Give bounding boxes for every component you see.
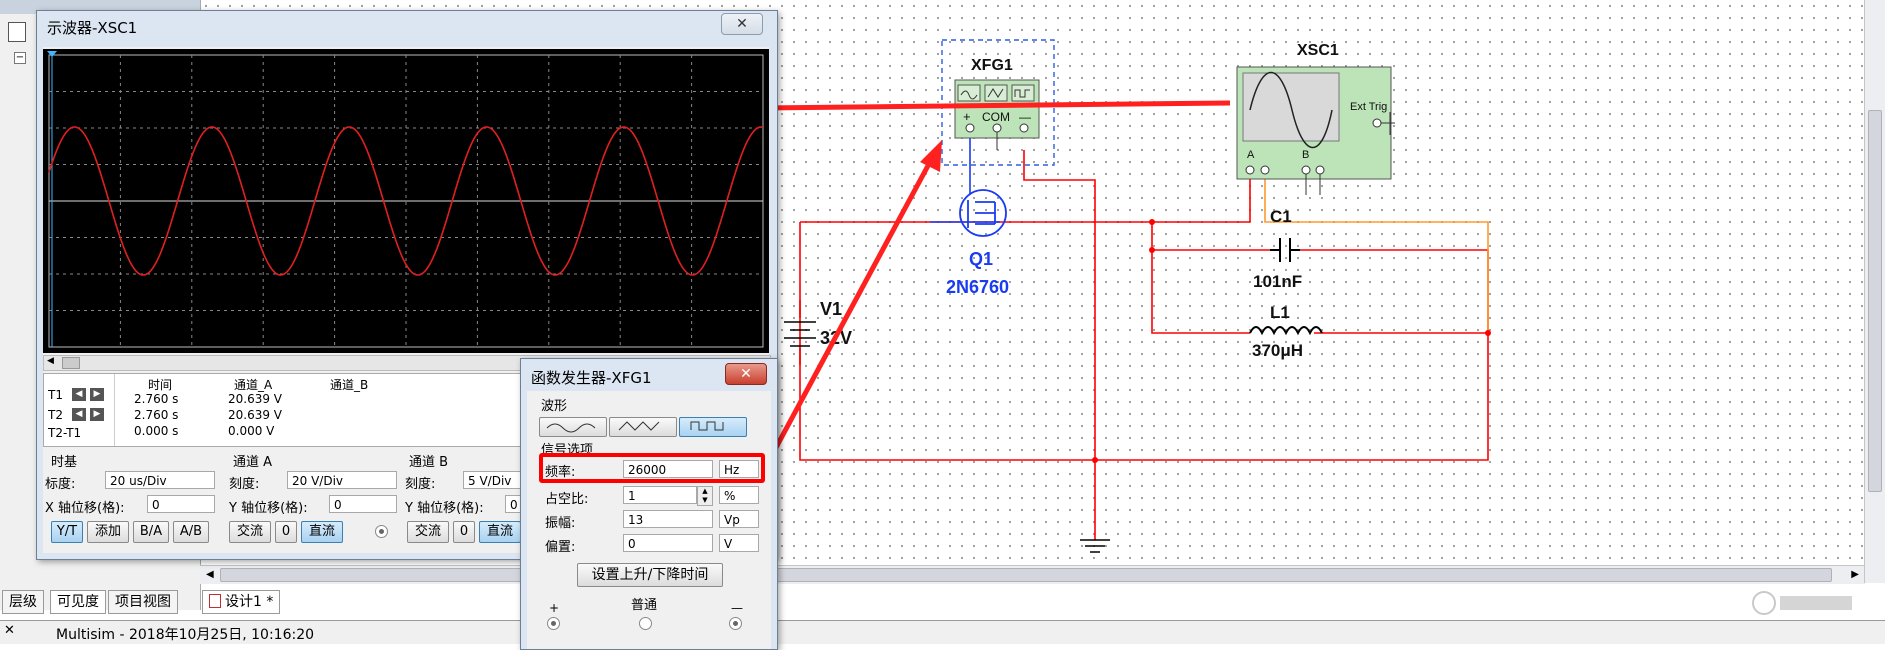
design-icon [209,594,221,608]
square-wave-button[interactable] [679,417,747,437]
scroll-right-icon[interactable]: ▶ [1851,569,1859,580]
terminal-common-label: 普通 [631,598,658,613]
ba-button[interactable]: B/A [133,521,169,543]
tab-visibility[interactable]: 可见度 [50,590,106,614]
watermark-logo [1750,588,1860,618]
scroll-left-icon[interactable]: ◀ [47,356,54,366]
frequency-highlight-box [539,453,765,483]
t1-left-arrow-icon[interactable]: ◀ [72,388,86,401]
status-text: Multisim - 2018年10月25日, 10:16:20 [56,627,315,643]
ab-button[interactable]: A/B [173,521,209,543]
amplitude-unit[interactable]: Vp [719,510,759,528]
header-time: 时间 [148,378,173,392]
channel-b-title: 通道 B [409,455,449,470]
table-divider [114,374,115,446]
waveform-label: 波形 [541,399,568,414]
triangle-wave-button[interactable] [609,417,677,437]
channel-b-dc-button[interactable]: 直流 [479,521,521,543]
close-button[interactable]: ✕ [721,13,763,35]
duty-cycle-field[interactable]: 1 [623,486,697,504]
header-channel-b: 通道_B [330,378,369,392]
terminal-minus-label: — [731,601,743,615]
scroll-thumb[interactable] [1868,110,1882,492]
sine-wave-button[interactable] [539,417,607,437]
add-button[interactable]: 添加 [87,521,129,543]
header-channel-a: 通道_A [234,378,273,392]
t2-left-arrow-icon[interactable]: ◀ [72,408,86,421]
function-generator-window: 函数发生器-XFG1 ✕ 波形 信号选项 频率: 26000 Hz 占空比: 1… [520,358,778,650]
function-generator-body: 波形 信号选项 频率: 26000 Hz 占空比: 1 ▲ ▼ % 振幅: 13 … [527,391,771,649]
timebase-xpos-label: X 轴位移(格): [45,501,125,516]
channel-b-ac-button[interactable]: 交流 [407,521,449,543]
duty-cycle-unit[interactable]: % [719,486,759,504]
close-button[interactable]: ✕ [725,363,767,385]
oscilloscope-titlebar[interactable]: 示波器-XSC1 ✕ [37,11,777,39]
tab-project-view[interactable]: 项目视图 [108,590,178,614]
terminal-plus-label: + [549,601,560,615]
square-wave-icon [690,421,724,431]
function-generator-titlebar[interactable]: 函数发生器-XFG1 ✕ [521,359,777,387]
channel-b-ypos-label: Y 轴位移(格): [405,501,484,516]
channel-a-dc-button[interactable]: 直流 [301,521,343,543]
amplitude-label: 振幅: [545,516,576,531]
close-icon[interactable]: ✕ [4,623,15,638]
vertical-scrollbar[interactable] [1864,0,1885,583]
duty-cycle-spinner-icon[interactable]: ▲ ▼ [697,486,713,506]
terminal-minus-radio[interactable] [729,617,742,630]
terminal-common-radio[interactable] [639,617,652,630]
timebase-scale-label: 标度: [45,477,76,492]
document-icon[interactable] [8,22,26,42]
t2-right-arrow-icon[interactable]: ▶ [90,408,104,421]
rise-fall-time-button[interactable]: 设置上升/下降时间 [577,563,723,587]
channel-b-scale-label: 刻度: [405,477,436,492]
status-bar: ✕ Multisim - 2018年10月25日, 10:16:20 [0,620,1885,644]
channel-a-zero-button[interactable]: 0 [275,521,297,543]
channel-a-title: 通道 A [233,455,273,470]
tab-design1[interactable]: 设计1 * [202,590,281,614]
offset-label: 偏置: [545,540,576,555]
tab-hierarchy[interactable]: 层级 [2,590,44,614]
tree-collapse-icon[interactable]: − [14,52,26,64]
scroll-thumb[interactable] [62,357,80,369]
sine-wave-icon [546,423,596,433]
offset-field[interactable]: 0 [623,534,713,552]
window-title: 函数发生器-XFG1 [531,369,652,387]
terminal-plus-radio[interactable] [547,617,560,630]
offset-unit[interactable]: V [719,534,759,552]
duty-cycle-label: 占空比: [545,492,589,507]
channel-a-scale-label: 刻度: [229,477,260,492]
yt-button[interactable]: Y/T [51,521,83,543]
channel-b-zero-button[interactable]: 0 [453,521,475,543]
channel-a-ypos-field[interactable]: 0 [329,495,397,513]
close-icon: ✕ [740,366,752,382]
channel-a-scale-field[interactable]: 20 V/Div [287,471,397,489]
window-title: 示波器-XSC1 [47,19,138,37]
channel-a-ac-button[interactable]: 交流 [229,521,271,543]
timebase-scale-field[interactable]: 20 us/Div [105,471,215,489]
close-icon: ✕ [736,16,748,32]
watermark-logo-icon [1752,591,1852,615]
triangle-wave-icon [618,421,660,431]
scroll-left-icon[interactable]: ◀ [206,569,214,580]
amplitude-field[interactable]: 13 [623,510,713,528]
channel-a-radio[interactable] [375,525,388,538]
horizontal-scrollbar[interactable]: ◀ ▶ [200,565,1865,584]
oscilloscope-screen[interactable] [43,49,769,353]
t1-right-arrow-icon[interactable]: ▶ [90,388,104,401]
channel-a-ypos-label: Y 轴位移(格): [229,501,308,516]
timebase-title: 时基 [51,455,78,470]
timebase-xpos-field[interactable]: 0 [147,495,215,513]
scroll-thumb[interactable] [220,568,1832,582]
